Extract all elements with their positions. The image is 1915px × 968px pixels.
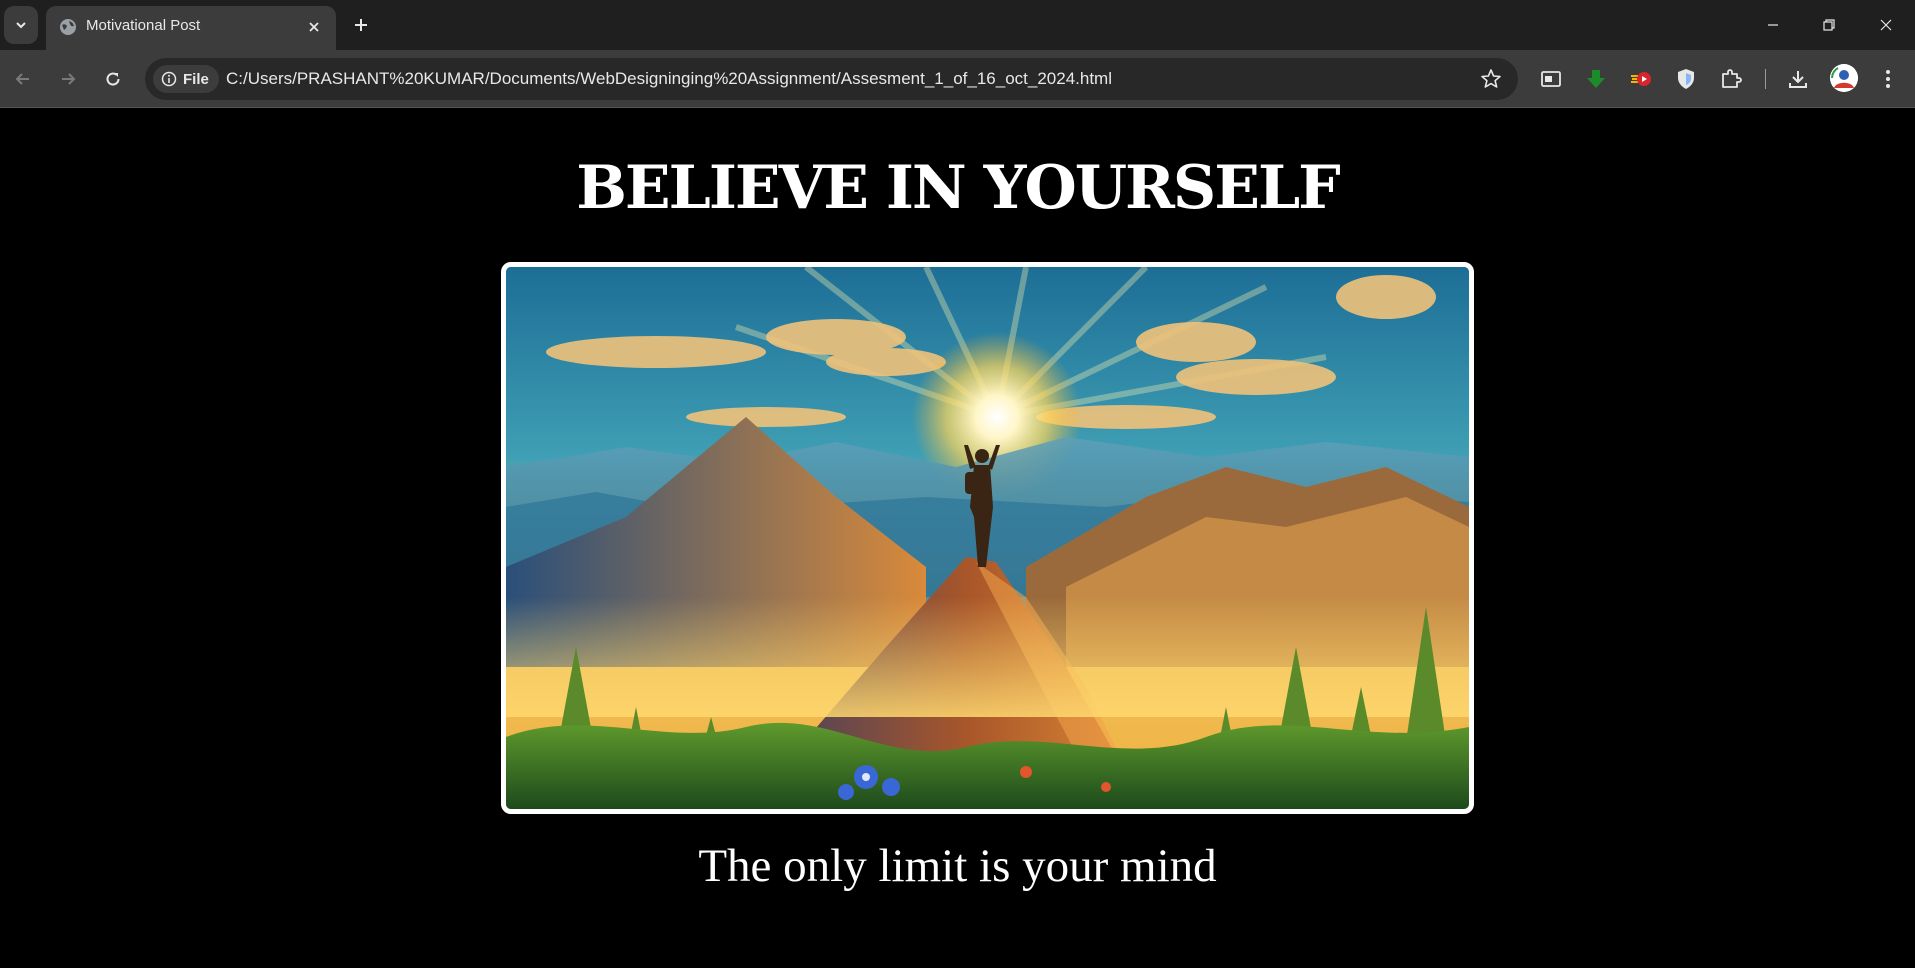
download-arrow-extension-button[interactable]	[1582, 65, 1610, 93]
video-extension-icon	[1631, 72, 1651, 86]
shield-extension-icon	[1678, 69, 1694, 89]
window-close-button[interactable]	[1871, 10, 1901, 40]
minimize-button[interactable]	[1758, 10, 1788, 40]
more-menu-icon	[1886, 70, 1890, 88]
url-text[interactable]: C:/Users/PRASHANT%20KUMAR/Documents/WebD…	[226, 69, 1112, 89]
info-icon	[161, 71, 177, 87]
star-icon[interactable]	[1480, 68, 1502, 90]
downloads-button[interactable]	[1784, 65, 1812, 93]
reload-icon	[106, 72, 120, 86]
shield-extension-button[interactable]	[1672, 65, 1700, 93]
back-button[interactable]	[8, 64, 38, 94]
video-extension-button[interactable]	[1627, 65, 1655, 93]
reload-button[interactable]	[98, 64, 128, 94]
address-bar[interactable]: File C:/Users/PRASHANT%20KUMAR/Documents…	[145, 58, 1518, 100]
window-close-icon	[1880, 19, 1892, 31]
page-tagline: The only limit is your mind	[698, 840, 1217, 892]
tab-close-button[interactable]	[304, 17, 324, 37]
forward-button[interactable]	[53, 64, 83, 94]
browser-toolbar: File C:/Users/PRASHANT%20KUMAR/Documents…	[0, 50, 1915, 108]
tab-motivational-post[interactable]: Motivational Post	[46, 6, 336, 50]
page-headline: BELIEVE IN YOURSELF	[576, 153, 1341, 223]
tab-title: Motivational Post	[86, 17, 201, 34]
puzzle-icon	[1722, 69, 1742, 88]
back-icon	[15, 73, 29, 85]
picture-in-picture-icon	[1541, 71, 1561, 87]
restore-icon	[1823, 19, 1835, 31]
more-menu-button[interactable]	[1874, 65, 1902, 93]
hero-image	[501, 262, 1474, 814]
download-arrow-extension-icon	[1587, 70, 1605, 88]
mountain-sunrise-illustration	[506, 267, 1469, 809]
download-icon	[1789, 71, 1807, 88]
site-info-chip[interactable]: File	[153, 65, 219, 93]
profile-avatar[interactable]	[1830, 64, 1858, 92]
new-tab-button[interactable]	[350, 12, 372, 38]
minimize-icon	[1768, 24, 1778, 26]
restore-button[interactable]	[1814, 10, 1844, 40]
forward-icon	[62, 73, 76, 85]
tab-strip: Motivational Post	[0, 0, 1915, 50]
tab-search-button[interactable]	[4, 6, 38, 44]
close-icon	[309, 22, 319, 32]
toolbar-divider	[1765, 69, 1766, 89]
globe-icon	[60, 19, 76, 35]
page-content: BELIEVE IN YOURSELF The only limit is yo…	[0, 109, 1915, 968]
site-info-label: File	[183, 70, 209, 88]
picture-in-picture-button[interactable]	[1537, 65, 1565, 93]
chevron-down-icon	[16, 22, 26, 29]
avatar-image	[1830, 64, 1858, 92]
plus-icon	[355, 19, 367, 31]
extensions-button[interactable]	[1717, 65, 1745, 93]
